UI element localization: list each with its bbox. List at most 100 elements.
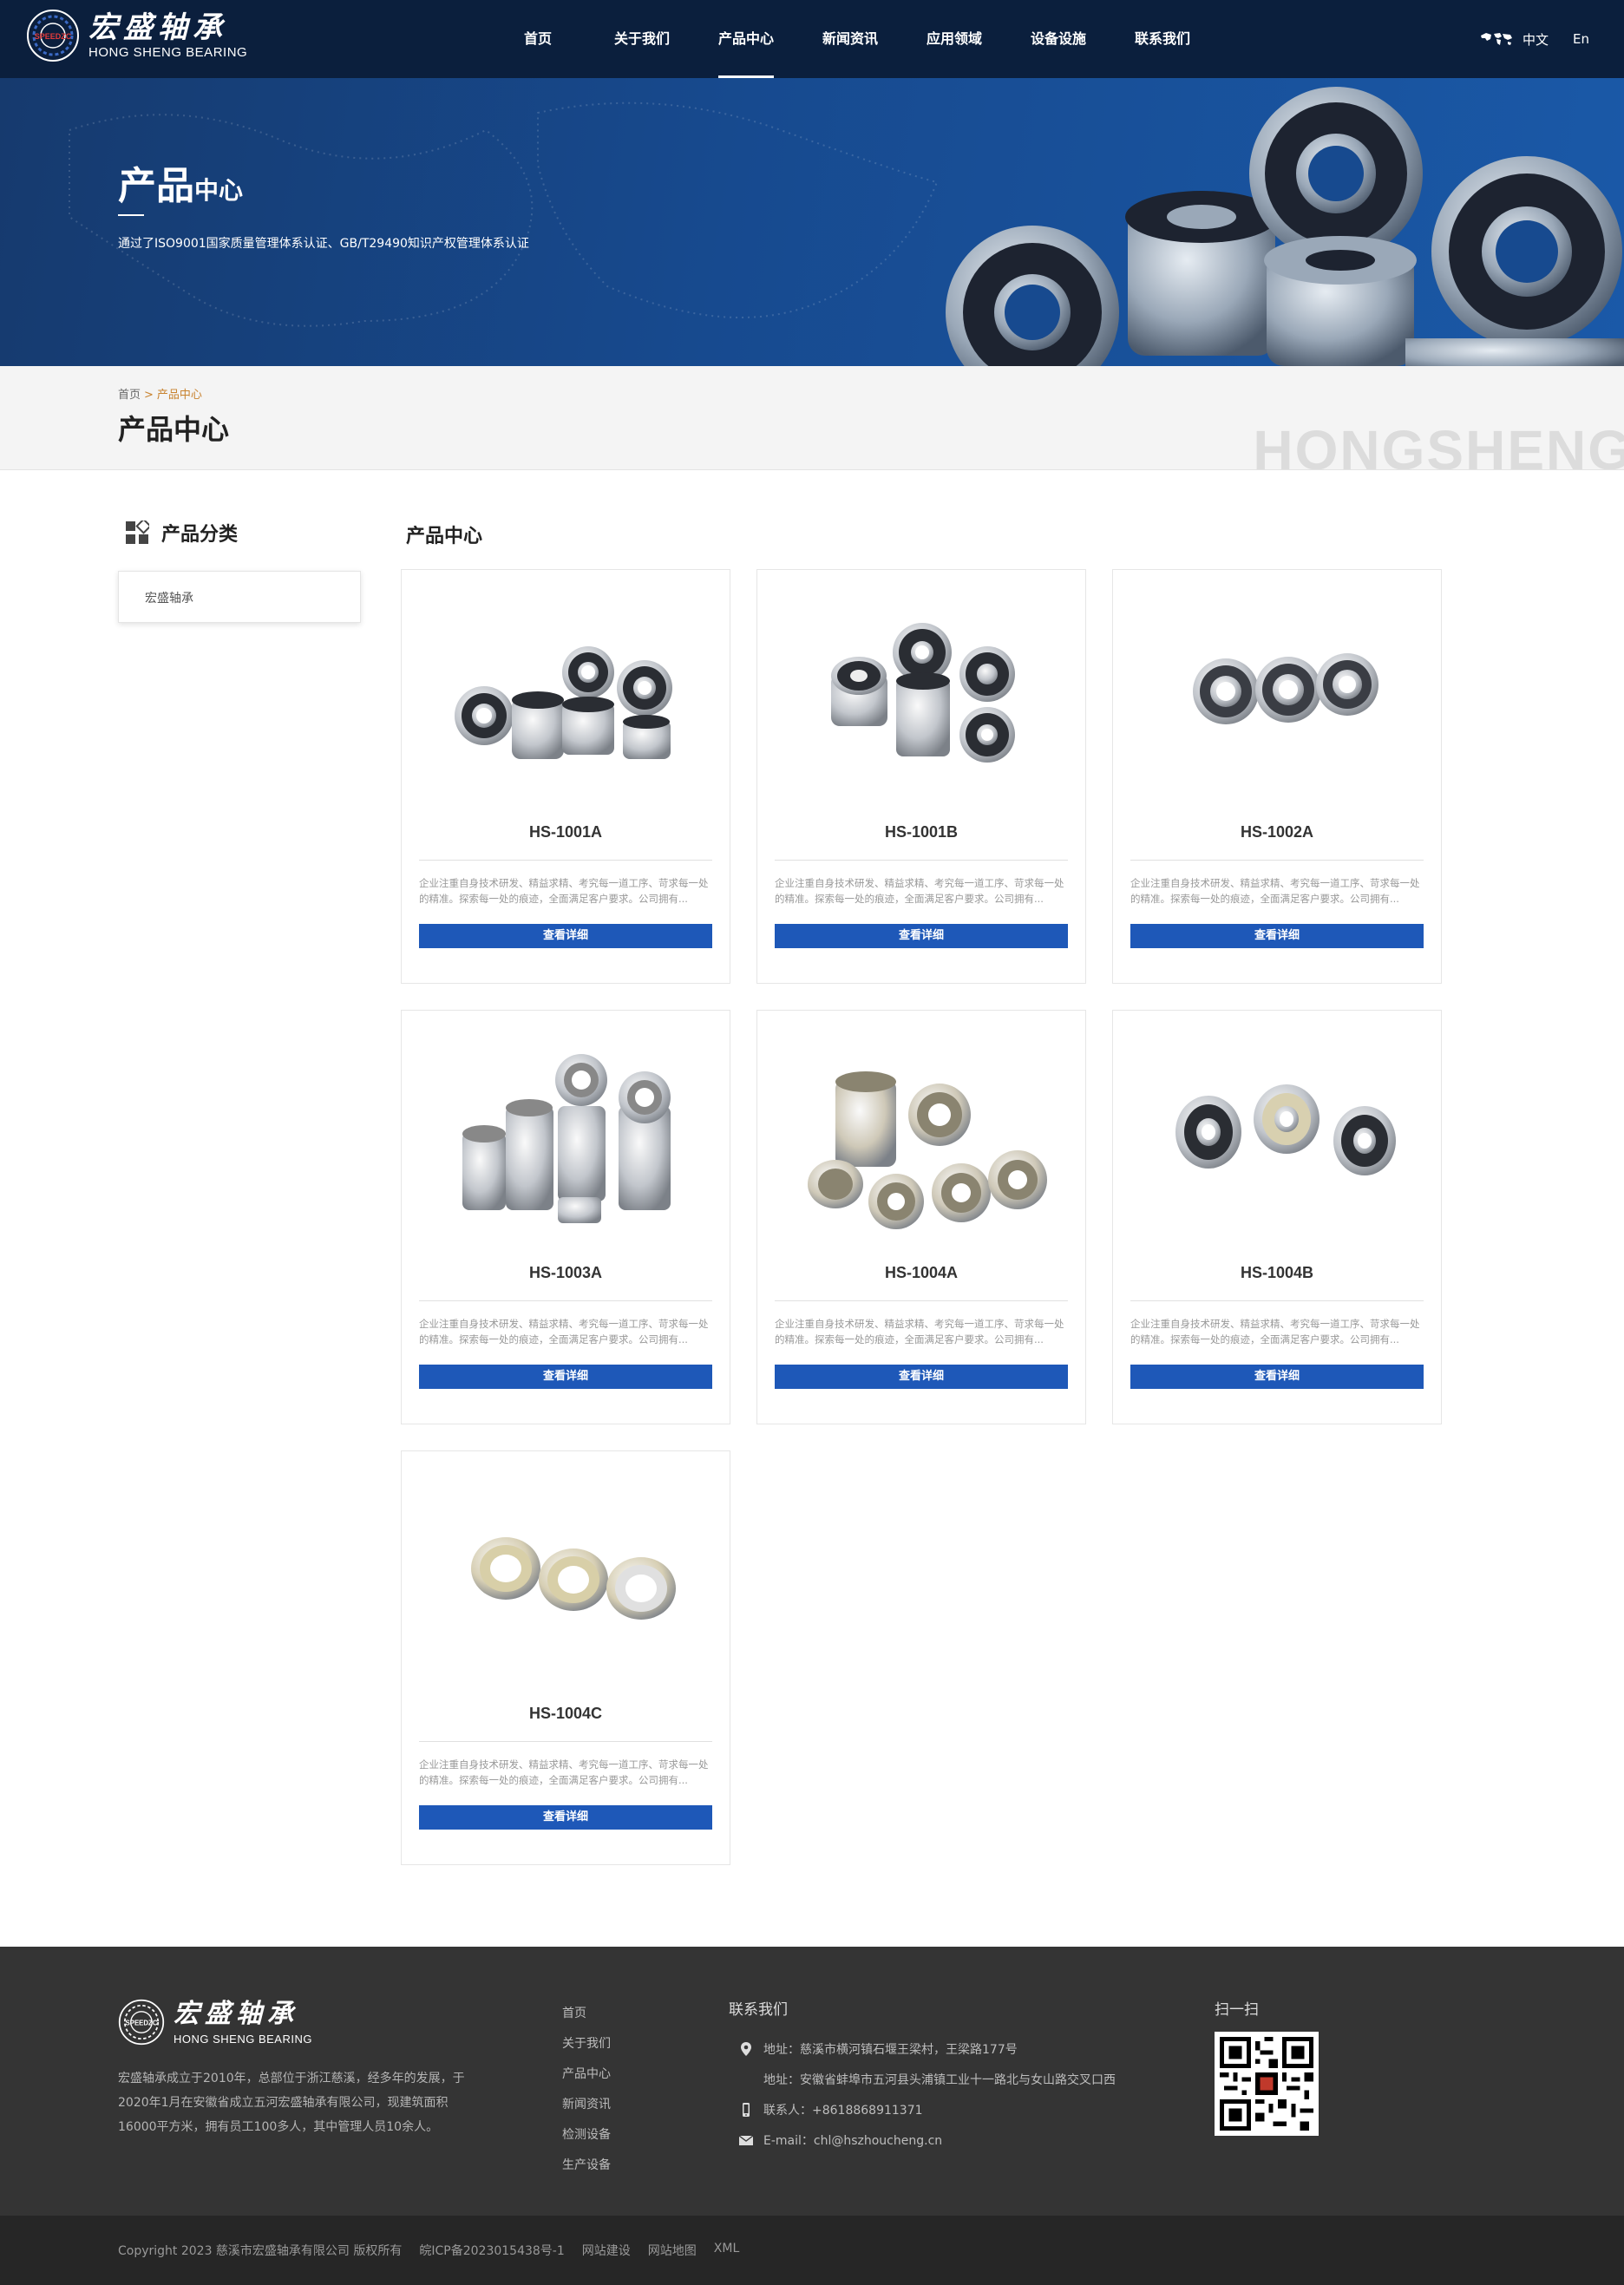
sidebar-item-hongsheng-bearing[interactable]: 宏盛轴承 [118, 571, 361, 623]
xml-link[interactable]: XML [714, 2242, 739, 2259]
product-description: 企业注重自身技术研发、精益求精、考究每一道工序、苛求每一处的精准。探索每一处的痕… [419, 1318, 709, 1345]
main-nav: 首页 关于我们 产品中心 新闻资讯 应用领域 设备设施 联系我们 [486, 0, 1215, 78]
footer-brand-en: HONG SHENG BEARING [174, 2033, 312, 2046]
banner-map-decoration [69, 101, 939, 327]
card-divider [1130, 1300, 1424, 1301]
footer-link-home[interactable]: 首页 [562, 2004, 611, 2034]
nav-applications[interactable]: 应用领域 [902, 0, 1006, 78]
product-card[interactable]: HS-1004B 企业注重自身技术研发、精益求精、考究每一道工序、苛求每一处的精… [1112, 1010, 1442, 1424]
brand-badge-icon: SPEEDZC [118, 1999, 165, 2046]
banner-title: 产品中心 [118, 164, 244, 208]
nav-equipment[interactable]: 设备设施 [1006, 0, 1110, 78]
product-card[interactable]: HS-1001A 企业注重自身技术研发、精益求精、考究每一道工序、苛求每一处的精… [401, 569, 730, 984]
product-card[interactable]: HS-1004C 企业注重自身技术研发、精益求精、考究每一道工序、苛求每一处的精… [401, 1450, 730, 1865]
footer-logo[interactable]: SPEEDZC 宏盛轴承 HONG SHENG BEARING [118, 1997, 312, 2047]
product-card[interactable]: HS-1002A 企业注重自身技术研发、精益求精、考究每一道工序、苛求每一处的精… [1112, 569, 1442, 984]
footer-link-products[interactable]: 产品中心 [562, 2065, 611, 2095]
view-details-button[interactable]: 查看详细 [775, 1365, 1068, 1389]
contact-email: E-mail：chl@hszhoucheng.cn [729, 2125, 1116, 2155]
product-name[interactable]: HS-1004A [757, 1264, 1085, 1282]
banner-divider [118, 214, 144, 216]
product-image [1175, 1084, 1396, 1175]
view-details-button[interactable]: 查看详细 [1130, 1365, 1424, 1389]
sidebar-heading-label: 产品分类 [161, 524, 239, 546]
card-divider [775, 1300, 1068, 1301]
site-footer: SPEEDZC 宏盛轴承 HONG SHENG BEARING 宏盛轴承成立于2… [0, 1947, 1624, 2216]
site-header: SPEEDZC 宏盛轴承 HONG SHENG BEARING 首页 关于我们 … [0, 0, 1624, 78]
copyright-text: Copyright 2023 慈溪市宏盛轴承有限公司 版权所有 [118, 2244, 403, 2258]
lang-en-link[interactable]: En [1573, 31, 1589, 47]
contact-address-2: 地址：安徽省蚌埠市五河县头浦镇工业十一路北与女山路交叉口西 [763, 2072, 1116, 2087]
footer-about-text: 宏盛轴承成立于2010年，总部位于浙江慈溪，经多年的发展，于2020年1月在安徽… [118, 2072, 465, 2134]
card-divider [775, 860, 1068, 861]
product-name[interactable]: HS-1004C [402, 1705, 730, 1723]
product-image [462, 1054, 671, 1223]
brand-name-cn: 宏盛轴承 [88, 10, 227, 45]
view-details-button[interactable]: 查看详细 [419, 1805, 712, 1830]
view-details-button[interactable]: 查看详细 [1130, 924, 1424, 948]
nav-products[interactable]: 产品中心 [694, 0, 798, 78]
brand-badge-icon: SPEEDZC [27, 10, 79, 62]
qr-code-icon [1220, 2037, 1313, 2131]
product-description: 企业注重自身技术研发、精益求精、考究每一道工序、苛求每一处的精准。探索每一处的痕… [419, 1758, 709, 1786]
website-build-link[interactable]: 网站建设 [582, 2242, 631, 2259]
nav-about[interactable]: 关于我们 [590, 0, 694, 78]
sitemap-link[interactable]: 网站地图 [648, 2242, 697, 2259]
language-switcher: 中文 En [1479, 0, 1589, 78]
product-card[interactable]: HS-1003A 企业注重自身技术研发、精益求精、考究每一道工序、苛求每一处的精… [401, 1010, 730, 1424]
nav-news[interactable]: 新闻资讯 [798, 0, 902, 78]
nav-contact[interactable]: 联系我们 [1110, 0, 1215, 78]
product-name[interactable]: HS-1001A [402, 823, 730, 841]
brand-name-en: HONG SHENG BEARING [88, 45, 248, 60]
footer-brand-cn: 宏盛轴承 [174, 1999, 298, 2029]
breadcrumb: 首页 > 产品中心 [118, 385, 202, 402]
breadcrumb-current[interactable]: 产品中心 [157, 389, 202, 402]
product-name[interactable]: HS-1004B [1113, 1264, 1441, 1282]
nav-home[interactable]: 首页 [486, 0, 590, 78]
world-map-icon [1481, 33, 1512, 45]
card-divider [419, 860, 712, 861]
product-image [471, 1537, 676, 1620]
phone-icon [743, 2102, 750, 2117]
category-grid-icon [126, 521, 149, 544]
product-image [808, 1071, 1047, 1229]
svg-text:SPEEDZC: SPEEDZC [35, 32, 72, 41]
card-divider [419, 1741, 712, 1742]
breadcrumb-separator: > [144, 389, 154, 402]
footer-link-news[interactable]: 新闻资讯 [562, 2095, 611, 2125]
copyright-bar: Copyright 2023 慈溪市宏盛轴承有限公司 版权所有 皖ICP备202… [0, 2216, 1624, 2285]
page-banner: 产品中心 通过了ISO9001国家质量管理体系认证、GB/T29490知识产权管… [0, 78, 1624, 366]
icp-link[interactable]: 皖ICP备2023015438号-1 [419, 2242, 564, 2259]
main-heading: 产品中心 [406, 526, 483, 547]
product-description: 企业注重自身技术研发、精益求精、考究每一道工序、苛求每一处的精准。探索每一处的痕… [775, 877, 1064, 905]
view-details-button[interactable]: 查看详细 [419, 1365, 712, 1389]
brand-watermark: HONGSHENG [1253, 419, 1624, 470]
product-card[interactable]: HS-1004A 企业注重自身技术研发、精益求精、考究每一道工序、苛求每一处的精… [756, 1010, 1086, 1424]
qr-code [1215, 2032, 1319, 2136]
product-image [455, 646, 672, 759]
product-description: 企业注重自身技术研发、精益求精、考究每一道工序、苛求每一处的精准。探索每一处的痕… [419, 877, 709, 905]
breadcrumb-strip: 首页 > 产品中心 产品中心 HONGSHENG [0, 366, 1624, 470]
sidebar-heading: 产品分类 [125, 519, 238, 547]
contact-phone: 联系人：+8618868911371 [729, 2094, 1116, 2125]
contact-address-1: 地址：慈溪市横河镇石堰王梁村，王梁路177号 [729, 2033, 1116, 2064]
footer-link-testing[interactable]: 检测设备 [562, 2125, 611, 2156]
product-description: 企业注重自身技术研发、精益求精、考究每一道工序、苛求每一处的精准。探索每一处的痕… [1130, 1318, 1420, 1345]
footer-links: 首页 关于我们 产品中心 新闻资讯 检测设备 生产设备 [562, 2004, 611, 2186]
lang-cn-link[interactable]: 中文 [1522, 30, 1549, 49]
site-logo[interactable]: SPEEDZC 宏盛轴承 HONG SHENG BEARING [26, 9, 247, 62]
view-details-button[interactable]: 查看详细 [419, 924, 712, 948]
footer-link-production[interactable]: 生产设备 [562, 2156, 611, 2186]
product-name[interactable]: HS-1001B [757, 823, 1085, 841]
sidebar-item-label: 宏盛轴承 [145, 592, 193, 606]
card-divider [1130, 860, 1424, 861]
product-name[interactable]: HS-1002A [1113, 823, 1441, 841]
product-card[interactable]: HS-1001B 企业注重自身技术研发、精益求精、考究每一道工序、苛求每一处的精… [756, 569, 1086, 984]
page-title: 产品中心 [118, 413, 230, 446]
product-name[interactable]: HS-1003A [402, 1264, 730, 1282]
contact-heading: 联系我们 [729, 2001, 788, 2019]
breadcrumb-home[interactable]: 首页 [118, 389, 141, 402]
mail-icon [738, 2134, 754, 2145]
footer-link-about[interactable]: 关于我们 [562, 2034, 611, 2065]
view-details-button[interactable]: 查看详细 [775, 924, 1068, 948]
